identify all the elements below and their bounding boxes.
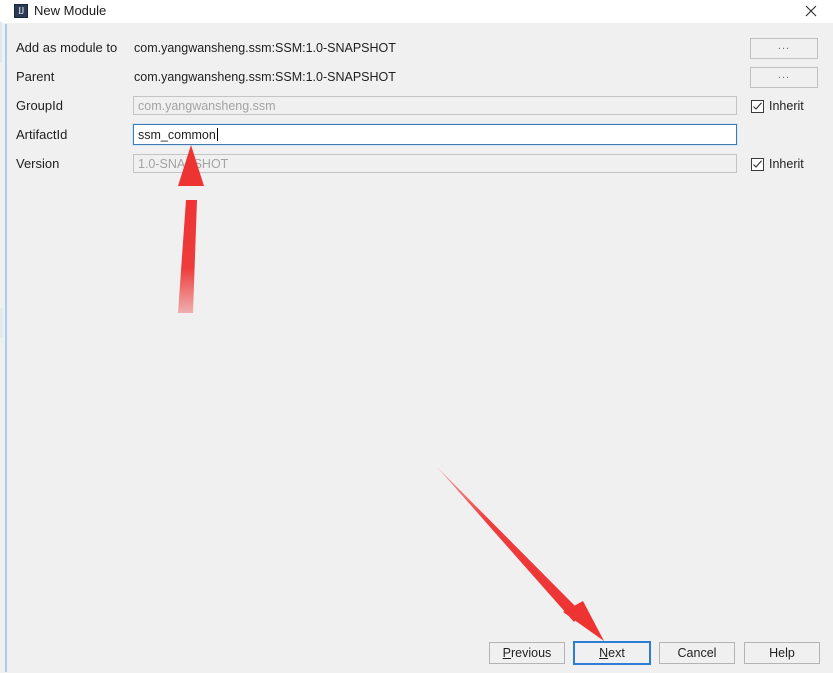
new-module-dialog: IJ New Module Add as module to com.yangw… bbox=[0, 0, 833, 673]
label-parent: Parent bbox=[16, 69, 55, 84]
window-left-edge-mid bbox=[0, 308, 3, 338]
dialog-titlebar: IJ New Module bbox=[0, 0, 833, 23]
next-button-mnemonic: N bbox=[599, 646, 609, 660]
label-artifactid: ArtifactId bbox=[16, 127, 68, 142]
intellij-idea-icon: IJ bbox=[14, 4, 28, 18]
groupid-inherit-label: Inherit bbox=[769, 99, 804, 113]
add-as-module-to-browse-button[interactable]: ... bbox=[750, 38, 818, 59]
version-inherit-label: Inherit bbox=[769, 157, 804, 171]
groupid-inherit-checkbox[interactable]: Inherit bbox=[751, 99, 804, 113]
version-input[interactable] bbox=[133, 154, 737, 173]
dialog-title: New Module bbox=[34, 3, 107, 18]
artifactid-input[interactable] bbox=[133, 124, 737, 145]
previous-button-label: revious bbox=[511, 646, 552, 660]
next-button[interactable]: Next bbox=[573, 641, 651, 665]
arrow-to-next-button bbox=[437, 467, 604, 641]
value-add-as-module-to: com.yangwansheng.ssm:SSM:1.0-SNAPSHOT bbox=[134, 41, 396, 55]
window-left-edge bbox=[5, 24, 7, 672]
version-inherit-checkbox[interactable]: Inherit bbox=[751, 157, 804, 171]
checkbox-checked-icon bbox=[751, 99, 764, 113]
label-version: Version bbox=[16, 156, 60, 171]
close-icon[interactable] bbox=[789, 0, 833, 21]
parent-browse-button[interactable]: ... bbox=[750, 67, 818, 88]
text-caret bbox=[217, 128, 218, 141]
groupid-input[interactable] bbox=[133, 96, 737, 115]
value-parent: com.yangwansheng.ssm:SSM:1.0-SNAPSHOT bbox=[134, 70, 396, 84]
label-groupid: GroupId bbox=[16, 98, 63, 113]
previous-button-mnemonic: P bbox=[502, 646, 512, 660]
help-button[interactable]: Help bbox=[744, 642, 820, 664]
previous-button[interactable]: Previous bbox=[489, 642, 565, 664]
next-button-label: ext bbox=[608, 646, 625, 660]
label-add-as-module-to: Add as module to bbox=[16, 40, 118, 55]
cancel-button[interactable]: Cancel bbox=[659, 642, 735, 664]
checkbox-checked-icon bbox=[751, 157, 764, 171]
window-left-edge-upper bbox=[0, 22, 2, 62]
